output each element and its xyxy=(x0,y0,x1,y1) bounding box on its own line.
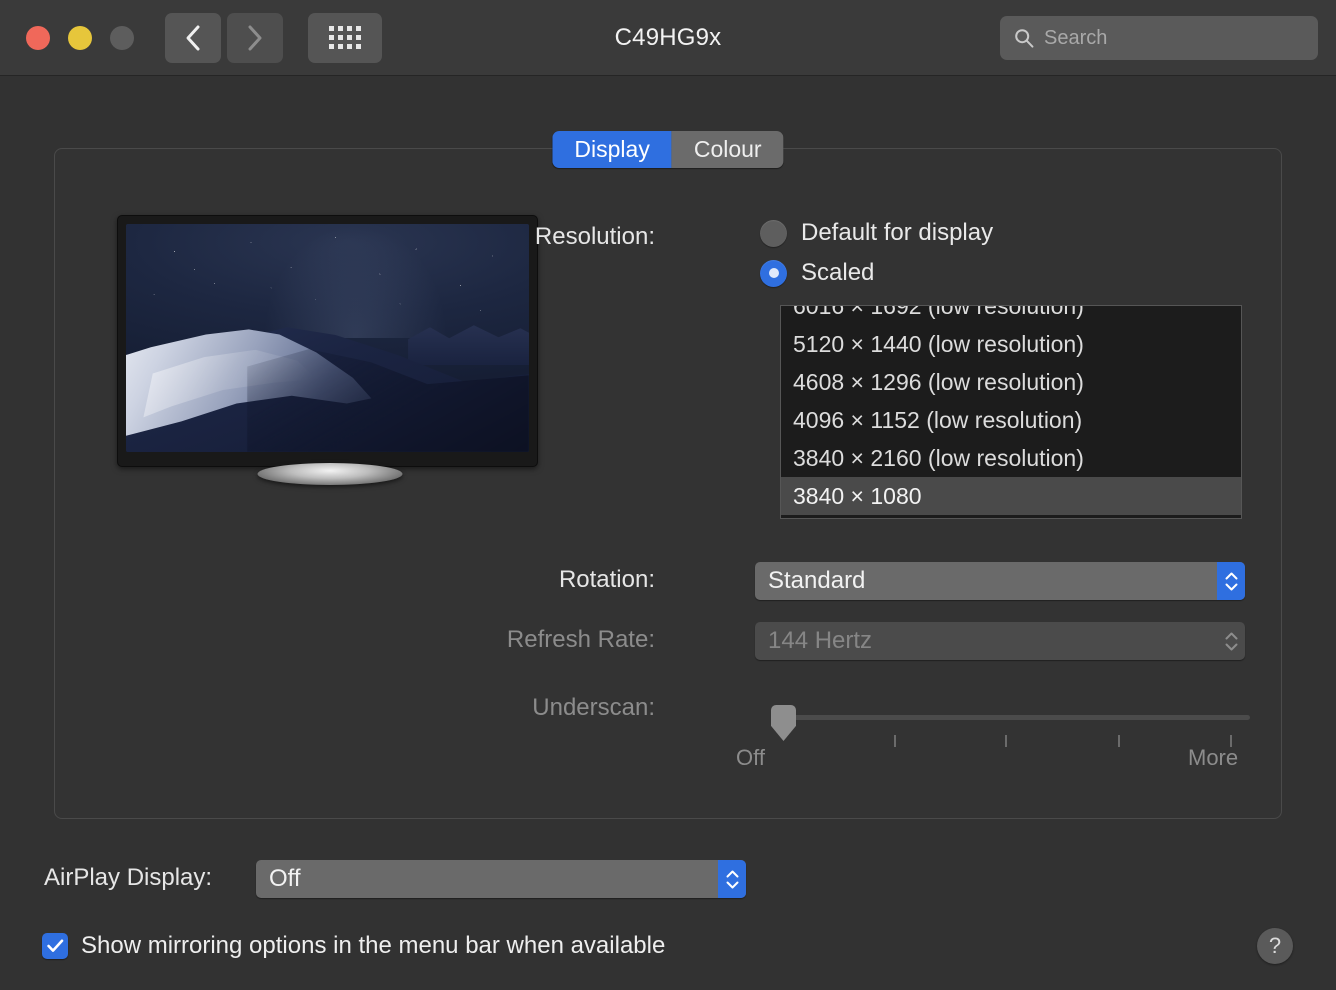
resolution-option-default-label: Default for display xyxy=(801,219,993,247)
airplay-display-label: AirPlay Display: xyxy=(44,864,212,892)
chevron-left-icon xyxy=(184,24,202,52)
underscan-label: Underscan: xyxy=(435,694,655,722)
help-question-icon: ? xyxy=(1269,933,1281,959)
display-preview-screen xyxy=(126,224,529,452)
underscan-slider-tick xyxy=(1005,735,1007,747)
chevron-up-icon xyxy=(726,870,739,878)
underscan-slider-track xyxy=(780,715,1250,720)
chevron-down-icon xyxy=(726,881,739,889)
display-preview-monitor xyxy=(117,215,538,467)
chevron-up-icon xyxy=(1225,572,1238,580)
underscan-min-label: Off xyxy=(736,745,765,771)
radio-scaled[interactable] xyxy=(760,260,787,287)
resolution-list-item[interactable]: 4096 × 1152 (low resolution) xyxy=(781,401,1241,439)
display-tab-bar: Display Colour xyxy=(552,131,783,168)
display-settings-panel: Resolution: Default for display Scaled 6… xyxy=(54,148,1282,819)
search-icon xyxy=(1014,28,1034,48)
resolution-list-scroller: 6016 × 1692 (low resolution) 5120 × 1440… xyxy=(781,305,1241,515)
underscan-slider-tick xyxy=(894,735,896,747)
show-all-preferences-button[interactable] xyxy=(308,13,382,63)
airplay-display-value: Off xyxy=(269,865,301,893)
radio-default-for-display[interactable] xyxy=(760,220,787,247)
chevron-down-icon xyxy=(1225,643,1238,651)
display-preview xyxy=(117,215,542,495)
chevron-right-icon xyxy=(246,24,264,52)
rotation-label: Rotation: xyxy=(435,566,655,594)
minimize-window-button[interactable] xyxy=(68,26,92,50)
display-preview-stand xyxy=(257,463,402,485)
wallpaper-glow xyxy=(263,224,448,338)
resolution-list-item[interactable]: 3840 × 2160 (low resolution) xyxy=(781,439,1241,477)
help-button[interactable]: ? xyxy=(1257,928,1293,964)
zoom-window-button[interactable] xyxy=(110,26,134,50)
resolution-list-item[interactable]: 6016 × 1692 (low resolution) xyxy=(781,305,1241,325)
refresh-rate-value: 144 Hertz xyxy=(768,627,872,655)
resolution-list-item-selected[interactable]: 3840 × 1080 xyxy=(781,477,1241,515)
refresh-rate-stepper-arrows xyxy=(1217,622,1245,660)
show-mirroring-options-checkbox[interactable] xyxy=(42,933,68,959)
show-all-grid-icon xyxy=(329,26,361,49)
resolution-list-item[interactable]: 4608 × 1296 (low resolution) xyxy=(781,363,1241,401)
show-mirroring-options-label: Show mirroring options in the menu bar w… xyxy=(81,932,665,960)
rotation-popup-button[interactable]: Standard xyxy=(755,562,1245,600)
rotation-value: Standard xyxy=(768,567,865,595)
resolution-label: Resolution: xyxy=(455,223,655,251)
underscan-slider-thumb[interactable] xyxy=(771,705,796,741)
underscan-slider-tick xyxy=(1118,735,1120,747)
refresh-rate-label: Refresh Rate: xyxy=(385,626,655,654)
resolution-list[interactable]: 6016 × 1692 (low resolution) 5120 × 1440… xyxy=(780,305,1242,519)
airplay-stepper-arrows[interactable] xyxy=(718,860,746,898)
airplay-display-popup-button[interactable]: Off xyxy=(256,860,746,898)
tab-colour[interactable]: Colour xyxy=(672,131,784,168)
resolution-option-scaled[interactable]: Scaled xyxy=(760,259,874,287)
underscan-slider xyxy=(760,705,1250,731)
refresh-rate-popup-button: 144 Hertz xyxy=(755,622,1245,660)
chevron-down-icon xyxy=(1225,583,1238,591)
search-input[interactable] xyxy=(1044,27,1309,50)
chevron-up-icon xyxy=(1225,632,1238,640)
tab-display[interactable]: Display xyxy=(552,131,671,168)
forward-button[interactable] xyxy=(227,13,283,63)
rotation-stepper-arrows[interactable] xyxy=(1217,562,1245,600)
checkmark-icon xyxy=(47,939,64,953)
close-window-button[interactable] xyxy=(26,26,50,50)
search-field[interactable] xyxy=(1000,16,1318,60)
resolution-list-item[interactable]: 5120 × 1440 (low resolution) xyxy=(781,325,1241,363)
resolution-option-scaled-label: Scaled xyxy=(801,259,874,287)
show-mirroring-options-row[interactable]: Show mirroring options in the menu bar w… xyxy=(42,932,665,960)
navigation-button-group xyxy=(165,13,283,63)
resolution-option-default[interactable]: Default for display xyxy=(760,219,993,247)
display-preferences-window: C49HG9x Display Colour xyxy=(0,0,1336,990)
back-button[interactable] xyxy=(165,13,221,63)
underscan-max-label: More xyxy=(1188,745,1238,771)
traffic-light-group xyxy=(26,26,134,50)
window-titlebar: C49HG9x xyxy=(0,0,1336,76)
